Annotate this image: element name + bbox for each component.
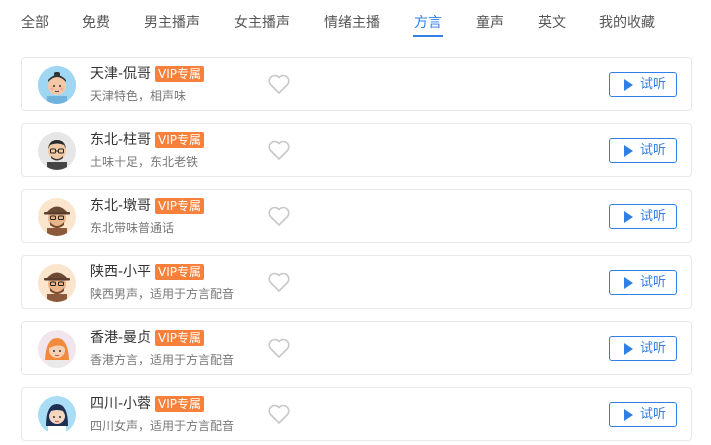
voice-description: 陕西男声，适用于方言配音	[90, 287, 235, 301]
voice-description: 天津特色，相声味	[90, 89, 187, 103]
listen-button-label: 试听	[640, 275, 667, 290]
voice-name: 香港-曼贞	[90, 330, 152, 346]
sichuan-xiaorong-avatar	[38, 396, 76, 434]
tab-female-voice[interactable]: 女主播声	[234, 13, 290, 33]
favorite-heart-icon[interactable]	[267, 403, 291, 425]
voice-name: 天津-侃哥	[90, 66, 152, 82]
play-icon	[624, 343, 633, 355]
favorite-heart-icon[interactable]	[267, 205, 291, 227]
listen-button[interactable]: 试听	[609, 138, 677, 163]
voice-description: 四川女声，适用于方言配音	[90, 419, 235, 433]
tab-emotion[interactable]: 情绪主播	[324, 13, 380, 33]
voice-card[interactable]: 陕西-小平 VIP专属 陕西男声，适用于方言配音 试听	[21, 255, 692, 309]
voice-name: 东北-墩哥	[90, 198, 152, 214]
play-icon	[624, 277, 633, 289]
listen-button[interactable]: 试听	[609, 204, 677, 229]
voice-card[interactable]: 香港-曼贞 VIP专属 香港方言，适用于方言配音 试听	[21, 321, 692, 375]
shaanxi-xiaoping-avatar	[38, 264, 76, 302]
tab-male-voice[interactable]: 男主播声	[144, 13, 200, 33]
listen-button[interactable]: 试听	[609, 270, 677, 295]
listen-button-label: 试听	[640, 209, 667, 224]
play-icon	[624, 79, 633, 91]
voice-name: 四川-小蓉	[90, 396, 152, 412]
voice-card[interactable]: 东北-墩哥 VIP专属 东北带味普通话 试听	[21, 189, 692, 243]
listen-button[interactable]: 试听	[609, 72, 677, 97]
play-icon	[624, 409, 633, 421]
favorite-heart-icon[interactable]	[267, 139, 291, 161]
favorite-heart-icon[interactable]	[267, 73, 291, 95]
voice-card[interactable]: 四川-小蓉 VIP专属 四川女声，适用于方言配音 试听	[21, 387, 692, 441]
tab-english[interactable]: 英文	[538, 13, 566, 33]
vip-badge: VIP专属	[155, 132, 204, 148]
voice-description: 土味十足，东北老铁	[90, 155, 199, 169]
listen-button-label: 试听	[640, 143, 667, 158]
favorite-heart-icon[interactable]	[267, 271, 291, 293]
listen-button[interactable]: 试听	[609, 336, 677, 361]
play-icon	[624, 145, 633, 157]
voice-description: 香港方言，适用于方言配音	[90, 353, 235, 367]
vip-badge: VIP专属	[155, 198, 204, 214]
dongbei-zhuge-avatar	[38, 132, 76, 170]
tab-child-voice[interactable]: 童声	[476, 13, 504, 33]
tab-dialect[interactable]: 方言	[414, 13, 442, 33]
vip-badge: VIP专属	[155, 396, 204, 412]
favorite-heart-icon[interactable]	[267, 337, 291, 359]
vip-badge: VIP专属	[155, 66, 204, 82]
voice-card[interactable]: 天津-侃哥 VIP专属 天津特色，相声味 试听	[21, 57, 692, 111]
play-icon	[624, 211, 633, 223]
listen-button-label: 试听	[640, 407, 667, 422]
voice-description: 东北带味普通话	[90, 221, 175, 235]
dongbei-dunge-avatar	[38, 198, 76, 236]
voice-name: 陕西-小平	[90, 264, 152, 280]
hongkong-manzhen-avatar	[38, 330, 76, 368]
category-tabs: 全部 免费 男主播声 女主播声 情绪主播 方言 童声 英文 我的收藏	[0, 0, 711, 40]
tab-my-favorites[interactable]: 我的收藏	[599, 13, 655, 33]
vip-badge: VIP专属	[155, 264, 204, 280]
vip-badge: VIP专属	[155, 330, 204, 346]
tab-all[interactable]: 全部	[21, 13, 49, 33]
listen-button-label: 试听	[640, 77, 667, 92]
tianjin-kange-avatar	[38, 66, 76, 104]
listen-button[interactable]: 试听	[609, 402, 677, 427]
voice-name: 东北-柱哥	[90, 132, 152, 148]
listen-button-label: 试听	[640, 341, 667, 356]
tab-free[interactable]: 免费	[82, 13, 110, 33]
voice-card[interactable]: 东北-柱哥 VIP专属 土味十足，东北老铁 试听	[21, 123, 692, 177]
active-tab-indicator	[413, 35, 443, 37]
